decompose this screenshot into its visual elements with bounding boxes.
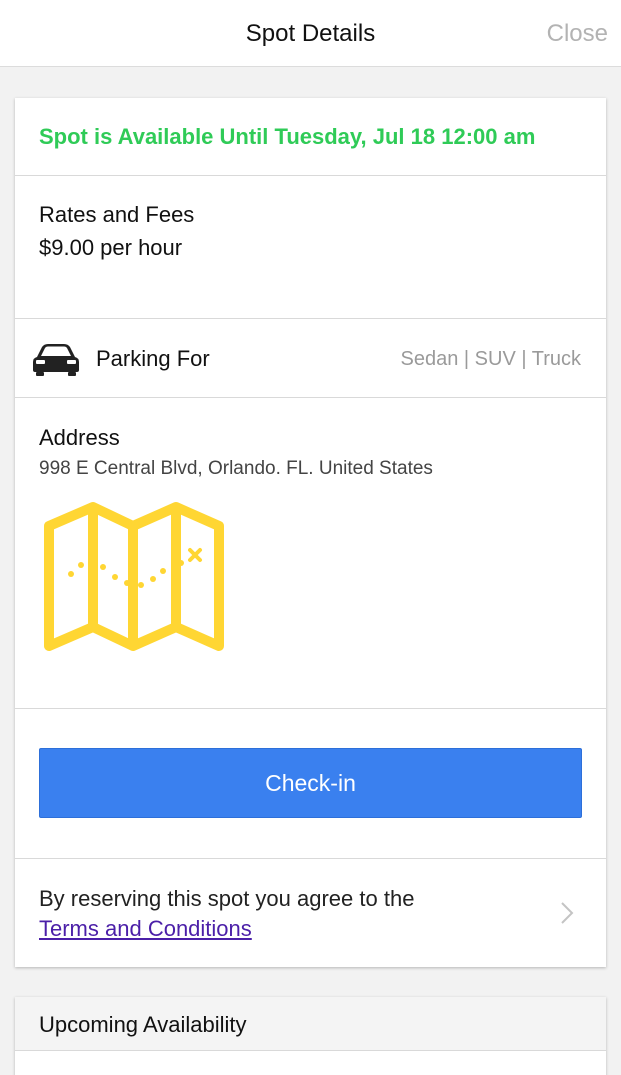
rates-value: $9.00 per hour (39, 235, 183, 260)
rates-section: Rates and Fees $9.00 per hour (15, 176, 606, 319)
checkin-button[interactable]: Check-in (39, 748, 582, 818)
vehicle-types: Sedan | SUV | Truck (400, 348, 581, 370)
rates-title: Rates and Fees (39, 202, 195, 227)
availability-section: Spot is Available Until Tuesday, Jul 18 … (15, 98, 606, 176)
nav-bar: Spot Details Close (0, 0, 621, 67)
spot-details-card: Spot is Available Until Tuesday, Jul 18 … (15, 98, 606, 967)
upcoming-title: Upcoming Availability (39, 1012, 247, 1037)
page-title: Spot Details (245, 20, 376, 47)
close-button[interactable]: Close (547, 20, 608, 48)
parking-for-label: Parking For (96, 346, 210, 371)
address-title: Address (39, 425, 120, 450)
address-section: Address 998 E Central Blvd, Orlando. FL.… (15, 398, 606, 709)
upcoming-card: Upcoming Availability (15, 997, 606, 1075)
chevron-right-icon[interactable] (560, 901, 574, 925)
car-icon (33, 344, 79, 376)
parking-section: Parking For Sedan | SUV | Truck (15, 319, 606, 398)
terms-link[interactable]: Terms and Conditions (39, 916, 252, 942)
upcoming-header: Upcoming Availability (15, 997, 606, 1051)
map-icon[interactable] (43, 501, 225, 656)
availability-text: Spot is Available Until Tuesday, Jul 18 … (39, 124, 536, 149)
terms-text: By reserving this spot you agree to the (39, 886, 415, 911)
address-value: 998 E Central Blvd, Orlando. FL. United … (39, 458, 433, 479)
checkin-section: Check-in (15, 709, 606, 859)
terms-section[interactable]: By reserving this spot you agree to the … (15, 859, 606, 967)
